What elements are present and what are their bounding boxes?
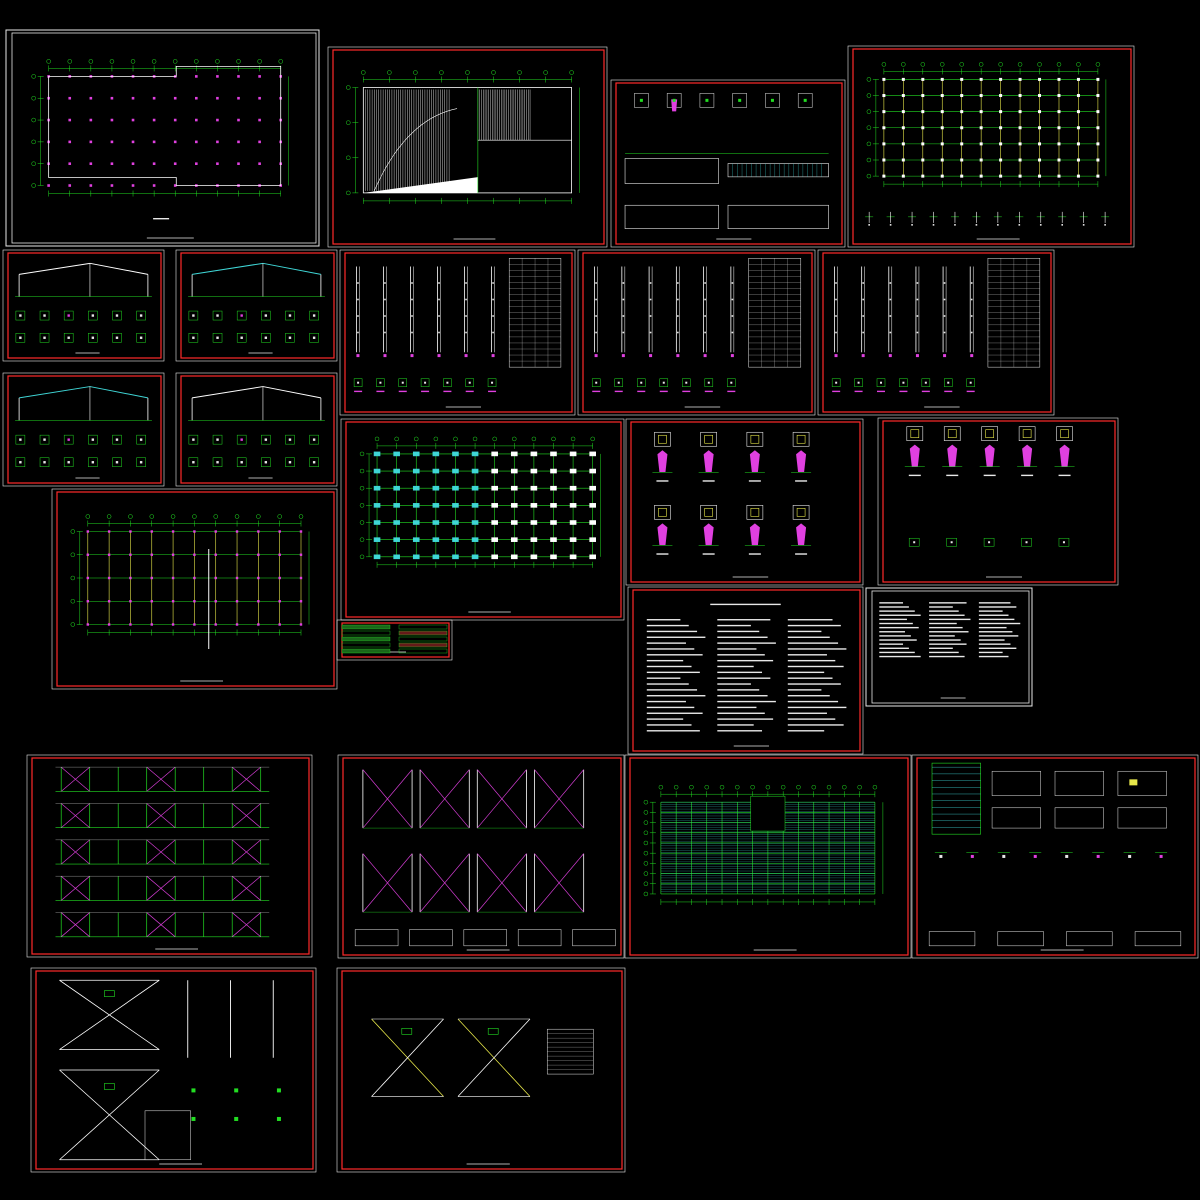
sheet-frame-elevation-3[interactable] [2,372,165,487]
sheet-column-grid-plan[interactable] [847,45,1135,248]
sheet-column-layout-plan[interactable] [340,418,625,621]
sheet-material-notes[interactable] [865,587,1033,707]
cad-drawing-sheet-collection [0,0,1200,1200]
sheet-base-plate-details-1[interactable] [625,418,864,586]
sheet-frame-elevation-1[interactable] [2,249,165,362]
sheet-column-schedule-2[interactable] [577,249,816,416]
sheet-base-plate-details-2[interactable] [877,417,1119,586]
sheet-bracing-details[interactable] [337,754,625,959]
sheet-foundation-details[interactable] [610,79,846,248]
sheet-purlin-plan[interactable] [336,619,453,661]
sheet-roof-plan[interactable] [327,46,608,248]
sheet-roof-purlin-layout[interactable] [624,754,912,959]
sheet-column-schedule-3[interactable] [817,249,1055,416]
sheet-x-bracing-details-1[interactable] [30,967,317,1173]
drawing-canvas [2,29,1199,1173]
sheet-connection-details[interactable] [911,754,1199,959]
sheet-x-bracing-details-2[interactable] [336,967,626,1173]
sheet-frame-elevation-4[interactable] [175,372,338,487]
sheet-frame-elevation-2[interactable] [175,249,338,362]
sheet-design-notes[interactable] [627,586,864,755]
sheet-roof-beam-plan[interactable] [51,488,338,690]
sheet-wall-bracing-elevations[interactable] [26,754,313,958]
sheet-column-schedule-1[interactable] [339,249,576,416]
sheet-foundation-plan[interactable] [5,29,320,247]
